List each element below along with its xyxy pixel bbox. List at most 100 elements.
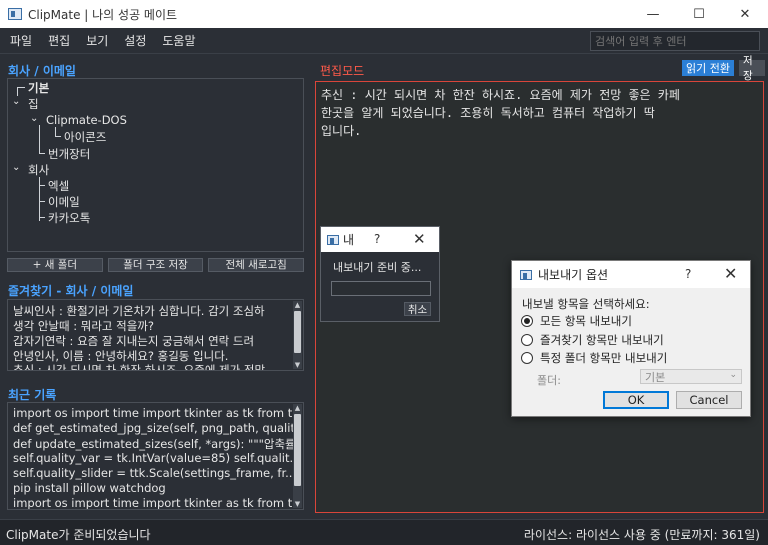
status-message: ClipMate가 준비되었습니다 (6, 528, 151, 542)
chevron-down-icon[interactable]: ⌄ (30, 113, 38, 124)
tree-item-clipmate-dos[interactable]: Clipmate-DOS (46, 113, 127, 127)
app-icon (520, 269, 532, 280)
menu-file[interactable]: 파일 (0, 32, 40, 49)
help-icon[interactable]: ? (374, 232, 380, 246)
list-item[interactable]: import os import time import tkinter as … (13, 496, 295, 509)
list-item[interactable]: 갑자기연락 : 요즘 잘 지내는지 궁금해서 연락 드려 (13, 333, 293, 349)
menu-edit[interactable]: 편집 (40, 32, 78, 49)
list-item[interactable]: pip install pillow watchdog (13, 481, 295, 495)
chevron-down-icon[interactable]: ⌄ (12, 162, 20, 173)
save-structure-button[interactable]: 폴더 구조 저장 (107, 258, 204, 272)
tree-title: 회사 / 이메일 (8, 64, 76, 78)
radio-button[interactable] (521, 334, 533, 346)
tree-item-icons[interactable]: 아이콘즈 (64, 129, 106, 145)
chevron-down-icon[interactable]: ⌄ (12, 96, 20, 107)
help-icon[interactable]: ? (685, 267, 691, 281)
editor-line: 한곳을 알게 되었습니다. 조용히 독서하고 컴퓨터 작업하기 딱 (321, 106, 655, 120)
title-bar: ClipMate | 나의 성공 메이트 — ☐ ✕ (0, 0, 768, 28)
list-item[interactable]: def update_estimated_sizes(self, *args):… (13, 436, 295, 452)
radio-button[interactable] (521, 315, 533, 327)
progress-message: 내보내기 준비 중... (333, 261, 422, 274)
radio-label: 특정 폴더 항목만 내보내기 (540, 351, 668, 365)
editor-line: 입니다. (321, 124, 362, 138)
list-item[interactable]: self.quality_var = tk.IntVar(value=85) s… (13, 451, 295, 465)
cancel-button[interactable]: Cancel (676, 391, 742, 409)
favorites-title: 즐겨찾기 - 회사 / 이메일 (8, 284, 134, 298)
list-item[interactable]: 생각 안날때 : 뭐라고 적을까? (13, 318, 293, 334)
license-status: 라이선스: 라이선스 사용 중 (만료까지: 361일) (523, 528, 760, 542)
tree-item-email[interactable]: 이메일 (48, 194, 80, 210)
tree-item-company[interactable]: 회사 (28, 162, 49, 178)
tree-button-row: + 새 폴더 폴더 구조 저장 전체 새로고침 (7, 258, 305, 272)
menu-view[interactable]: 보기 (78, 32, 116, 49)
export-option-all[interactable]: 모든 항목 내보내기 (521, 313, 632, 329)
export-option-favorites[interactable]: 즐겨찾기 항목만 내보내기 (521, 332, 664, 348)
export-dialog-titlebar: 내보내기 옵션 ? ✕ (512, 261, 750, 288)
tree-item-kakaotalk[interactable]: 카카오톡 (48, 210, 90, 226)
favorites-list[interactable]: 날씨인사 : 환절기라 기온차가 심합니다. 감기 조심하 생각 안날때 : 뭐… (7, 299, 304, 371)
folder-select[interactable]: 기본 ⌄ (640, 369, 742, 384)
menu-help[interactable]: 도움말 (154, 32, 203, 49)
list-item[interactable]: 추신 : 시간 되시면 차 한잔 하시죠. 요즘에 제가 전망 (13, 362, 293, 370)
menu-bar: 파일 편집 보기 설정 도움말 (0, 28, 768, 54)
progress-dialog-title: 내 (343, 233, 355, 247)
read-toggle-button[interactable]: 읽기 전환 (682, 60, 734, 76)
editor-line: 추신 : 시간 되시면 차 한잔 하시죠. 요즘에 제가 전망 좋은 카페 (321, 88, 680, 102)
close-button[interactable]: ✕ (722, 0, 768, 28)
list-item[interactable]: 날씨인사 : 환절기라 기온차가 심합니다. 감기 조심하 (13, 303, 293, 319)
tree-item-excel[interactable]: 엑셀 (48, 178, 69, 194)
save-button[interactable]: 저장 (739, 55, 765, 82)
list-item[interactable]: self.quality_slider = ttk.Scale(settings… (13, 466, 295, 480)
tree-connector (39, 177, 40, 221)
status-bar: ClipMate가 준비되었습니다 라이선스: 라이선스 사용 중 (만료까지:… (0, 519, 768, 545)
export-option-folder[interactable]: 특정 폴더 항목만 내보내기 (521, 350, 667, 366)
app-icon (8, 8, 22, 20)
export-dialog-title: 내보내기 옵션 (538, 268, 609, 282)
favorites-scrollbar[interactable]: ▲ ▼ (293, 301, 302, 369)
tree-item-basic[interactable]: 기본 (28, 80, 49, 96)
list-item[interactable]: import os import time import tkinter as … (13, 406, 295, 420)
export-options-dialog: 내보내기 옵션 ? ✕ 내보낼 항목을 선택하세요: 모든 항목 내보내기 즐겨… (511, 260, 751, 417)
scroll-down-icon[interactable]: ▼ (293, 500, 302, 508)
maximize-button[interactable]: ☐ (676, 0, 722, 28)
export-prompt: 내보낼 항목을 선택하세요: (522, 297, 650, 311)
tree-connector (39, 153, 45, 154)
scroll-thumb[interactable] (294, 311, 301, 353)
tree-item-bungae[interactable]: 번개장터 (48, 146, 90, 162)
close-icon[interactable]: ✕ (413, 230, 426, 248)
edit-mode-label: 편집모드 (320, 64, 365, 78)
close-icon[interactable]: ✕ (724, 264, 737, 283)
recent-title: 최근 기록 (8, 388, 57, 402)
tree-connector (17, 87, 25, 88)
window-controls: — ☐ ✕ (630, 0, 768, 28)
tree-connector (39, 125, 40, 142)
app-icon (327, 234, 339, 245)
tree-connector (55, 136, 61, 137)
recent-scrollbar[interactable]: ▲ ▼ (293, 404, 302, 508)
editor-content[interactable]: 추신 : 시간 되시면 차 한잔 하시죠. 요즘에 제가 전망 좋은 카페 한곳… (321, 86, 751, 140)
ok-button[interactable]: OK (603, 391, 669, 409)
progress-dialog-titlebar: 내 ? ✕ (321, 227, 439, 252)
tree-connector (17, 88, 18, 96)
tree-item-home[interactable]: 집 (28, 96, 39, 112)
progress-cancel-button[interactable]: 취소 (404, 302, 431, 316)
search-input[interactable] (590, 31, 760, 51)
tree-connector (39, 217, 45, 218)
scroll-thumb[interactable] (294, 414, 301, 486)
scroll-up-icon[interactable]: ▲ (293, 301, 302, 309)
tree-connector (39, 185, 45, 186)
new-folder-button[interactable]: + 새 폴더 (7, 258, 103, 272)
refresh-all-button[interactable]: 전체 새로고침 (208, 258, 305, 272)
chevron-down-icon: ⌄ (729, 370, 737, 380)
radio-button[interactable] (521, 352, 533, 364)
recent-list[interactable]: import os import time import tkinter as … (7, 402, 304, 510)
folder-tree[interactable]: 기본 ⌄ 집 ⌄ Clipmate-DOS 아이콘즈 번개장터 ⌄ 회사 엑셀 … (7, 78, 304, 252)
menu-settings[interactable]: 설정 (116, 32, 154, 49)
scroll-up-icon[interactable]: ▲ (293, 404, 302, 412)
radio-label: 즐겨찾기 항목만 내보내기 (540, 333, 664, 347)
minimize-button[interactable]: — (630, 0, 676, 28)
scroll-down-icon[interactable]: ▼ (293, 361, 302, 369)
list-item[interactable]: def get_estimated_jpg_size(self, png_pat… (13, 421, 295, 435)
progress-bar (331, 281, 431, 296)
folder-label: 폴더: (537, 374, 561, 387)
